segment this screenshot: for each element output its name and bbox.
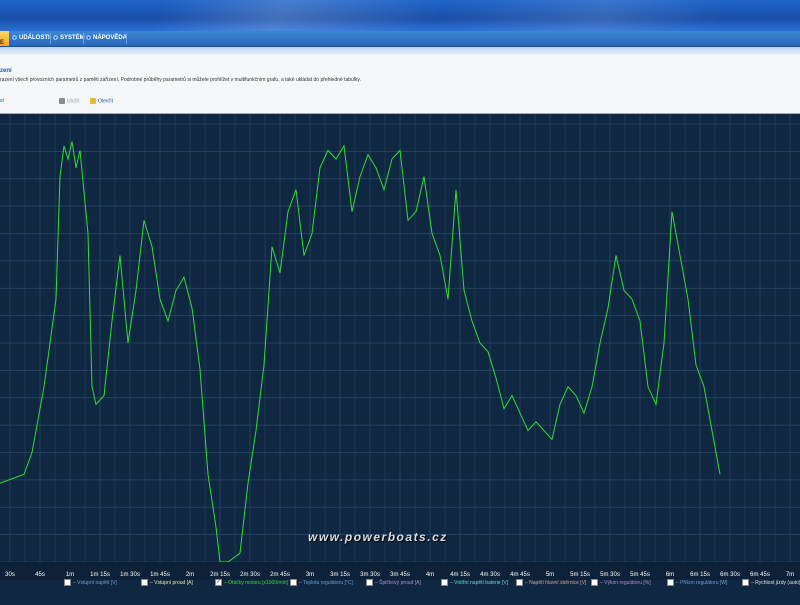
- legend-label: – Teplota regulátoru [°C]: [299, 580, 353, 586]
- menu-item-system[interactable]: ▾ SYSTÉM: [53, 31, 85, 46]
- line-chart[interactable]: 30s 45s 1m 1m 15s 1m 30s 1m 45s 2m 2m 15s 2m 30s…: [0, 114, 800, 600]
- floppy-disk-icon: [59, 98, 65, 104]
- chart-legend: – Vstupní napětí [V] – Vstupní proud [A] ✓…: [0, 576, 800, 600]
- chevron-down-icon: ▾: [12, 34, 17, 40]
- legend-checkbox[interactable]: [141, 579, 148, 587]
- legend-item[interactable]: – Špičkový proud [A]: [366, 578, 421, 588]
- menu-item-active-label: E: [0, 40, 5, 46]
- watermark: www.powerboats.cz: [308, 530, 448, 544]
- chart-area[interactable]: 30s 45s 1m 1m 15s 1m 30s 1m 45s 2m 2m 15s 2m 30s…: [0, 114, 800, 600]
- legend-checkbox[interactable]: [516, 579, 523, 587]
- chevron-down-icon: ▾: [86, 34, 91, 40]
- legend-label: – Vnitřní napětí baterie [V]: [450, 580, 509, 586]
- menu-separator: [50, 33, 51, 44]
- menu-item-events-label: UDÁLOSTI: [19, 35, 50, 41]
- legend-checkbox[interactable]: [290, 579, 297, 587]
- legend-label: – Vstupní proud [A]: [150, 580, 193, 586]
- menu-item-help[interactable]: ▾ NÁPOVĚDA: [86, 31, 127, 46]
- legend-label: – Výkon regulátoru [%]: [600, 580, 651, 586]
- open-button-label: Otevřít: [98, 98, 114, 105]
- legend-item[interactable]: – Vnitřní napětí baterie [V]: [441, 578, 508, 588]
- save-button-label: Uložit: [67, 98, 80, 105]
- legend-checkbox[interactable]: [591, 579, 598, 587]
- legend-item[interactable]: – Vstupní napětí [V]: [64, 578, 117, 588]
- menu-item-events[interactable]: ▾ UDÁLOSTI: [12, 31, 50, 46]
- legend-label: – Příkon regulátoru [W]: [676, 580, 728, 586]
- legend-item[interactable]: – Výkon regulátoru [%]: [591, 578, 651, 588]
- menu-separator: [126, 33, 127, 44]
- menu-item-help-label: NÁPOVĚDA: [93, 35, 128, 41]
- legend-label: – Napětí hlavní sběrnice [V]: [525, 580, 587, 586]
- titlebar-glass: [0, 0, 800, 31]
- legend-checkbox[interactable]: [667, 579, 674, 587]
- legend-item[interactable]: – Vstupní proud [A]: [141, 578, 193, 588]
- legend-checkbox[interactable]: [742, 579, 749, 587]
- legend-label: – Špičkový proud [A]: [375, 580, 421, 586]
- legend-label: – Otáčky motoru [x1000/min]: [224, 580, 288, 586]
- legend-item[interactable]: – Teplota regulátoru [°C]: [290, 578, 353, 588]
- legend-item[interactable]: ✓ – Otáčky motoru [x1000/min]: [215, 578, 288, 588]
- legend-checkbox[interactable]: [64, 579, 71, 587]
- legend-checkbox[interactable]: [441, 579, 448, 587]
- legend-checkbox[interactable]: [366, 579, 373, 587]
- info-panel: zení razení všech provozních parametrů z…: [0, 55, 800, 114]
- legend-checkbox[interactable]: ✓: [215, 579, 222, 587]
- legend-label: – Vstupní napětí [V]: [73, 580, 117, 586]
- chevron-down-icon: ▾: [53, 34, 58, 40]
- panel-description: razení všech provozních parametrů z pamě…: [0, 77, 361, 83]
- legend-item[interactable]: – Rychlost jízdy (auto) [km/h]: [742, 578, 800, 588]
- folder-open-icon: [90, 98, 96, 104]
- toolbar-left-button[interactable]: st: [0, 98, 4, 104]
- toolbar-left-label: st: [0, 98, 4, 104]
- menu-shadow-strip: [0, 47, 800, 55]
- legend-label: – Rychlost jízdy (auto) [km/h]: [751, 580, 800, 586]
- window-titlebar: [0, 0, 800, 31]
- menu-item-system-label: SYSTÉM: [60, 35, 85, 41]
- panel-title: zení: [0, 68, 12, 74]
- legend-item[interactable]: – Napětí hlavní sběrnice [V]: [516, 578, 586, 588]
- menu-item-active[interactable]: E: [0, 31, 9, 46]
- menu-separator: [83, 33, 84, 44]
- save-button[interactable]: Uložit: [59, 98, 80, 104]
- open-button[interactable]: Otevřít: [90, 98, 113, 104]
- legend-item[interactable]: – Příkon regulátoru [W]: [667, 578, 727, 588]
